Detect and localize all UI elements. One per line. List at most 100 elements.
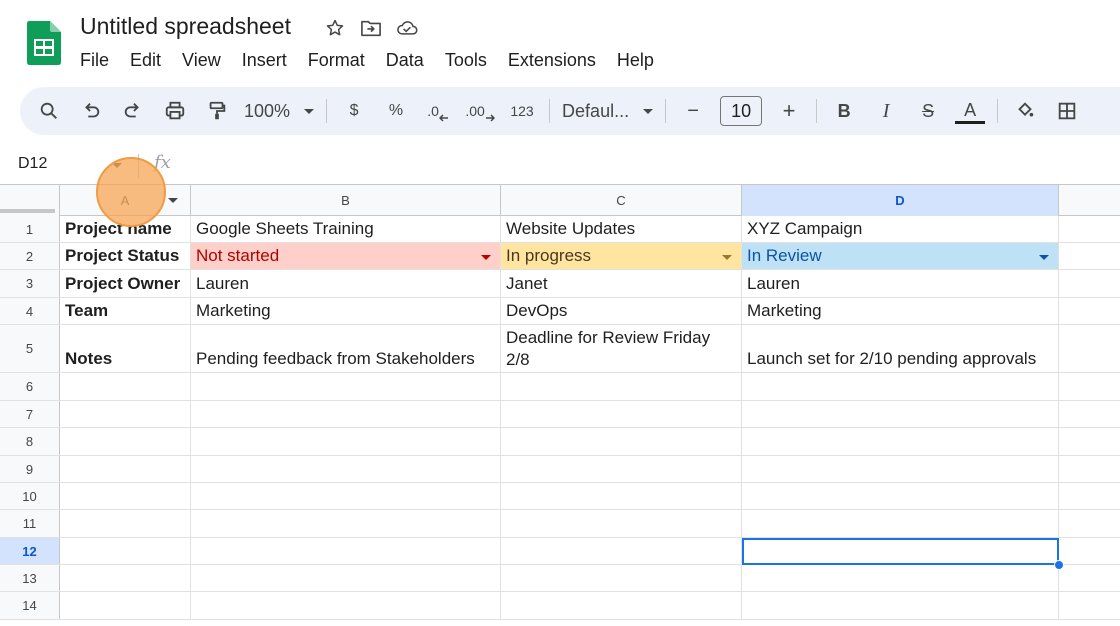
empty-cell[interactable]: [60, 456, 191, 482]
empty-cell[interactable]: [742, 456, 1059, 482]
row-header[interactable]: 9: [0, 456, 60, 482]
menu-tools[interactable]: Tools: [445, 48, 497, 72]
empty-cell[interactable]: [60, 538, 191, 564]
column-header-b[interactable]: B: [191, 185, 501, 216]
zoom-select[interactable]: 100%: [244, 95, 315, 127]
cell-a5[interactable]: Notes: [60, 325, 191, 372]
empty-cell[interactable]: [60, 428, 191, 455]
empty-cell[interactable]: [60, 565, 191, 591]
empty-cell[interactable]: [501, 401, 742, 427]
empty-cell[interactable]: [191, 373, 501, 400]
empty-cell[interactable]: [501, 428, 742, 455]
empty-cell[interactable]: [191, 483, 501, 509]
document-title[interactable]: Untitled spreadsheet: [80, 13, 291, 40]
menu-extensions[interactable]: Extensions: [508, 48, 606, 72]
empty-cell[interactable]: [501, 483, 742, 509]
increase-font-size-button[interactable]: +: [774, 95, 804, 127]
cell-c4[interactable]: DevOps: [501, 298, 742, 324]
italic-button[interactable]: I: [871, 95, 901, 127]
percent-format-button[interactable]: %: [381, 95, 411, 127]
cell-a2[interactable]: Project Status: [60, 243, 191, 269]
status-dropdown-not-started[interactable]: Not started: [191, 243, 501, 269]
cell-a3[interactable]: Project Owner: [60, 270, 191, 297]
currency-format-button[interactable]: $: [339, 95, 369, 127]
column-header-c[interactable]: C: [501, 185, 742, 216]
empty-cell[interactable]: [191, 401, 501, 427]
empty-cell[interactable]: [742, 592, 1059, 619]
empty-cell[interactable]: [501, 456, 742, 482]
cell-d3[interactable]: Lauren: [742, 270, 1059, 297]
undo-icon[interactable]: [76, 95, 106, 127]
fill-color-icon[interactable]: [1010, 95, 1040, 127]
more-formats-button[interactable]: 123: [507, 95, 537, 127]
cell-b3[interactable]: Lauren: [191, 270, 501, 297]
empty-cell[interactable]: [742, 373, 1059, 400]
sheets-logo-icon[interactable]: [27, 21, 61, 65]
font-size-input[interactable]: 10: [720, 96, 763, 126]
empty-cell[interactable]: [191, 510, 501, 537]
redo-icon[interactable]: [118, 95, 148, 127]
empty-cell[interactable]: [742, 565, 1059, 591]
cloud-saved-icon[interactable]: [396, 17, 418, 39]
empty-cell[interactable]: [191, 592, 501, 619]
empty-cell[interactable]: [742, 401, 1059, 427]
status-dropdown-in-progress[interactable]: In progress: [501, 243, 742, 269]
menu-insert[interactable]: Insert: [242, 48, 297, 72]
menu-edit[interactable]: Edit: [130, 48, 171, 72]
row-header[interactable]: 2: [0, 243, 60, 269]
empty-cell[interactable]: [191, 428, 501, 455]
menu-data[interactable]: Data: [386, 48, 434, 72]
empty-cell[interactable]: [501, 565, 742, 591]
star-icon[interactable]: [324, 17, 346, 39]
menu-file[interactable]: File: [80, 48, 119, 72]
freeze-handle[interactable]: [0, 209, 55, 213]
empty-cell[interactable]: [191, 565, 501, 591]
increase-decimal-button[interactable]: .00: [465, 95, 495, 127]
move-folder-icon[interactable]: [360, 17, 382, 39]
menu-help[interactable]: Help: [617, 48, 664, 72]
row-header[interactable]: 1: [0, 216, 60, 242]
decrease-font-size-button[interactable]: −: [678, 95, 708, 127]
strikethrough-button[interactable]: S: [913, 95, 943, 127]
empty-cell[interactable]: [742, 428, 1059, 455]
name-box[interactable]: D12: [18, 155, 47, 173]
empty-cell[interactable]: [742, 483, 1059, 509]
column-header-d[interactable]: D: [742, 185, 1059, 216]
empty-cell[interactable]: [742, 510, 1059, 537]
row-header[interactable]: 12: [0, 538, 60, 564]
row-header[interactable]: 5: [0, 325, 60, 372]
cell-d1[interactable]: XYZ Campaign: [742, 216, 1059, 242]
cell-b1[interactable]: Google Sheets Training: [191, 216, 501, 242]
empty-cell[interactable]: [60, 483, 191, 509]
empty-cell[interactable]: [501, 592, 742, 619]
chevron-down-icon[interactable]: [168, 198, 178, 203]
row-header[interactable]: 7: [0, 401, 60, 427]
empty-cell[interactable]: [191, 538, 501, 564]
row-header[interactable]: 14: [0, 592, 60, 619]
row-header[interactable]: 6: [0, 373, 60, 400]
empty-cell[interactable]: [501, 538, 742, 564]
chevron-down-icon[interactable]: [722, 255, 732, 260]
empty-cell[interactable]: [60, 401, 191, 427]
fill-handle[interactable]: [1054, 560, 1064, 570]
search-menus-icon[interactable]: [34, 95, 64, 127]
print-icon[interactable]: [160, 95, 190, 127]
cell-c1[interactable]: Website Updates: [501, 216, 742, 242]
row-header[interactable]: 11: [0, 510, 60, 537]
cell-a1[interactable]: Project name: [60, 216, 191, 242]
cell-d5[interactable]: Launch set for 2/10 pending approvals: [742, 325, 1059, 372]
row-header[interactable]: 3: [0, 270, 60, 297]
empty-cell[interactable]: [191, 456, 501, 482]
chevron-down-icon[interactable]: [481, 255, 491, 260]
row-header[interactable]: 4: [0, 298, 60, 324]
text-color-button[interactable]: A: [955, 98, 986, 124]
menu-view[interactable]: View: [182, 48, 231, 72]
empty-cell[interactable]: [501, 510, 742, 537]
cell-c3[interactable]: Janet: [501, 270, 742, 297]
borders-icon[interactable]: [1052, 95, 1082, 127]
cell-a4[interactable]: Team: [60, 298, 191, 324]
cell-d4[interactable]: Marketing: [742, 298, 1059, 324]
row-header[interactable]: 10: [0, 483, 60, 509]
empty-cell[interactable]: [60, 592, 191, 619]
chevron-down-icon[interactable]: [1039, 255, 1049, 260]
